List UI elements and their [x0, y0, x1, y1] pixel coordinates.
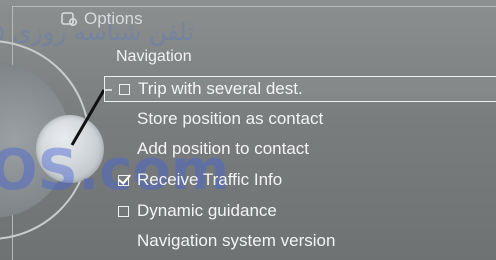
menu-item-label: Dynamic guidance — [137, 201, 277, 220]
menu-item-label: Receive Traffic Info — [137, 170, 283, 189]
menu-item-label: Trip with several dest. — [138, 79, 303, 98]
options-header: Options — [60, 8, 143, 30]
menu-item-trip-several-dest[interactable]: Trip with several dest. — [104, 76, 496, 102]
menu-item-receive-traffic-info[interactable]: Receive Traffic Info — [118, 168, 282, 192]
menu-item-dynamic-guidance[interactable]: Dynamic guidance — [118, 199, 277, 223]
menu-item-label: Add position to contact — [137, 139, 310, 158]
menu-item-navigation-system-version[interactable]: Navigation system version — [118, 229, 335, 253]
checkbox-checked-icon[interactable] — [118, 174, 129, 186]
menu-item-add-position[interactable]: Add position to contact — [118, 137, 309, 161]
options-settings-icon — [60, 10, 78, 28]
section-title-navigation: Navigation — [116, 48, 192, 65]
menu-item-label: Navigation system version — [137, 231, 336, 250]
menu-item-store-position[interactable]: Store position as contact — [118, 107, 323, 131]
header-title: Options — [84, 9, 143, 28]
idrive-screen: تلفن شناسه روزی ۵ OS.com Options Navigat… — [0, 0, 496, 260]
checkbox-icon[interactable] — [118, 205, 129, 217]
checkbox-icon[interactable] — [119, 83, 130, 95]
menu-item-label: Store position as contact — [137, 109, 324, 128]
